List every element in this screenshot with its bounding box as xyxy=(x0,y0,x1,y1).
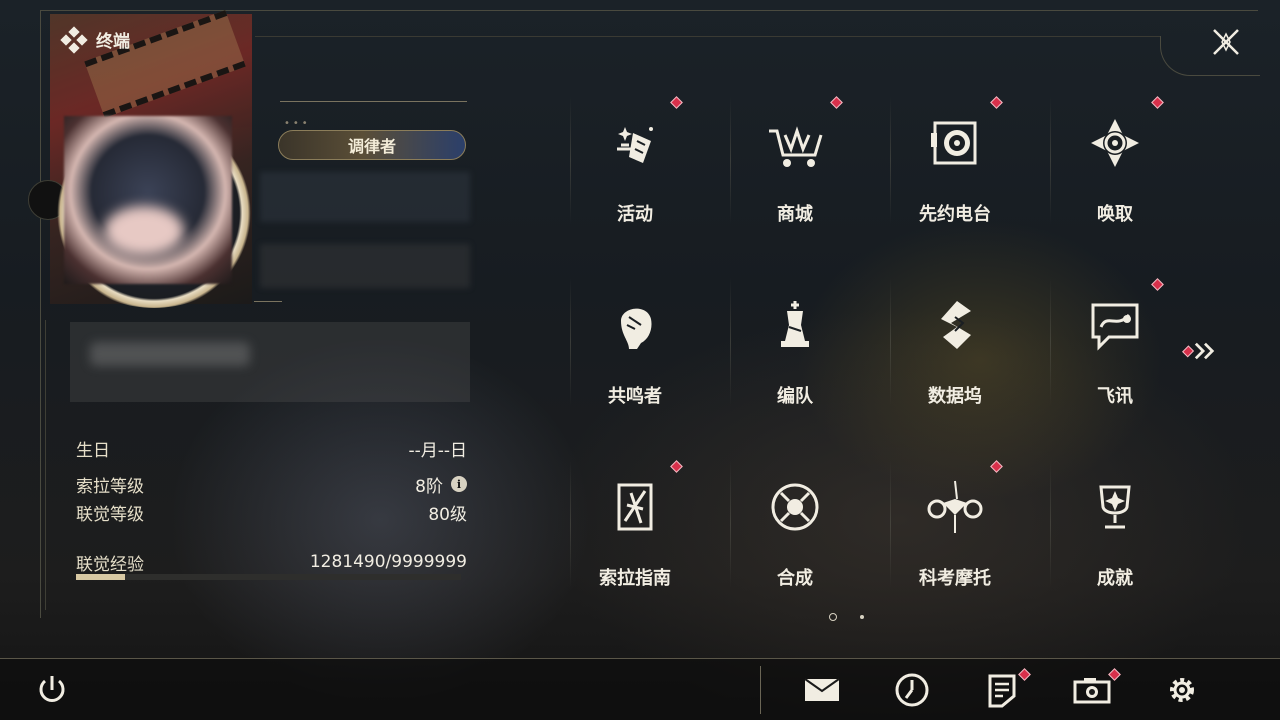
union-exp-progress-bar xyxy=(76,574,461,580)
double-chevron-right-icon xyxy=(1195,342,1215,360)
grid-item-label: 数据坞 xyxy=(928,386,982,407)
frame-left-inner-line xyxy=(45,320,46,610)
player-id-censored xyxy=(260,244,470,288)
divider-line xyxy=(254,301,282,302)
grid-item-activity[interactable]: 活动 xyxy=(570,96,700,246)
info-icon[interactable]: i xyxy=(451,476,467,492)
grid-item-label: 唤取 xyxy=(1097,204,1133,225)
player-title-badge[interactable]: 调律者 xyxy=(278,130,466,160)
grid-item-label: 索拉指南 xyxy=(599,568,671,589)
grid-item-resonator[interactable]: 共鸣者 xyxy=(570,278,700,428)
grid-item-motorbike[interactable]: 科考摩托 xyxy=(890,460,1020,610)
grid-item-label: 成就 xyxy=(1097,568,1133,589)
achievement-icon xyxy=(1080,472,1150,542)
frame-top-inner-line xyxy=(255,36,1161,37)
union-exp-progress-fill xyxy=(76,574,126,580)
guidebook-icon xyxy=(600,472,670,542)
grid-item-label: 编队 xyxy=(777,386,813,407)
grid-item-label: 飞讯 xyxy=(1097,386,1133,407)
power-button[interactable] xyxy=(30,668,74,712)
terminal-header: 终端 xyxy=(60,25,130,54)
grid-item-convene[interactable]: 唤取 xyxy=(1050,96,1180,246)
activity-icon xyxy=(600,108,670,178)
sol-rank-label: 索拉等级 xyxy=(76,476,144,497)
grid-item-achievement[interactable]: 成就 xyxy=(1050,460,1180,610)
grid-item-team[interactable]: 编队 xyxy=(730,278,860,428)
resonator-icon xyxy=(600,290,670,360)
grid-item-label: 合成 xyxy=(777,568,813,589)
diamond-menu-icon xyxy=(60,25,88,54)
mail-button[interactable] xyxy=(800,668,844,712)
grid-item-label: 商城 xyxy=(777,204,813,225)
synthesis-icon xyxy=(760,472,830,542)
union-exp-value: 1281490/9999999 xyxy=(309,552,467,572)
bottom-divider xyxy=(760,666,761,714)
grid-item-label: 先约电台 xyxy=(919,204,991,225)
info-row-birthday: 生日 --月--日 xyxy=(76,436,467,461)
grid-item-label: 活动 xyxy=(617,204,653,225)
clock-icon xyxy=(895,673,929,707)
birthday-label: 生日 xyxy=(76,440,110,461)
union-exp-label: 联觉经验 xyxy=(76,554,144,575)
decorative-dots: ••• xyxy=(284,118,311,129)
page-dot[interactable] xyxy=(860,615,864,619)
page-title: 终端 xyxy=(96,32,130,52)
motorbike-icon xyxy=(920,472,990,542)
divider-line xyxy=(280,101,467,102)
union-level-label: 联觉等级 xyxy=(76,504,144,525)
mail-icon xyxy=(804,678,840,701)
info-row-sol-rank: 索拉等级 8阶 i xyxy=(76,472,467,497)
shop-icon xyxy=(760,108,830,178)
grid-item-data-bank[interactable]: 数据坞 xyxy=(890,278,1020,428)
info-row-union-exp: 联觉经验 1281490/9999999 xyxy=(76,550,467,575)
grid-item-label: 科考摩托 xyxy=(919,568,991,589)
grid-item-message[interactable]: 飞讯 xyxy=(1050,278,1180,428)
grid-item-synthesis[interactable]: 合成 xyxy=(730,460,860,610)
data-bank-icon xyxy=(920,290,990,360)
convene-icon xyxy=(1080,108,1150,178)
info-row-union-level: 联觉等级 80级 xyxy=(76,500,467,525)
sol-rank-value: 8阶 xyxy=(415,476,443,497)
next-page-button[interactable] xyxy=(1180,340,1220,362)
camera-icon xyxy=(1073,678,1111,704)
player-name-censored xyxy=(260,172,470,222)
close-icon xyxy=(1213,29,1239,55)
gear-icon xyxy=(1170,678,1194,702)
notice-icon xyxy=(988,674,1016,708)
close-button[interactable] xyxy=(1206,22,1246,62)
grid-item-label: 共鸣者 xyxy=(608,386,662,407)
message-icon xyxy=(1080,290,1150,360)
settings-button[interactable] xyxy=(1160,668,1204,712)
frame-left-line xyxy=(40,10,41,618)
page-dot-active[interactable] xyxy=(829,613,837,621)
clock-button[interactable] xyxy=(890,668,934,712)
signature-box[interactable] xyxy=(70,322,470,402)
sol-rank-value-wrap: 8阶 i xyxy=(415,472,467,497)
player-title-label: 调律者 xyxy=(347,137,396,156)
grid-item-shop[interactable]: 商城 xyxy=(730,96,860,246)
radio-icon xyxy=(920,108,990,178)
team-icon xyxy=(760,290,830,360)
new-badge-next-page xyxy=(1182,344,1195,358)
birthday-value: --月--日 xyxy=(408,440,467,461)
union-level-value: 80级 xyxy=(428,504,467,525)
grid-item-guidebook[interactable]: 索拉指南 xyxy=(570,460,700,610)
grid-item-radio[interactable]: 先约电台 xyxy=(890,96,1020,246)
power-icon xyxy=(39,676,65,702)
avatar[interactable] xyxy=(64,116,232,284)
